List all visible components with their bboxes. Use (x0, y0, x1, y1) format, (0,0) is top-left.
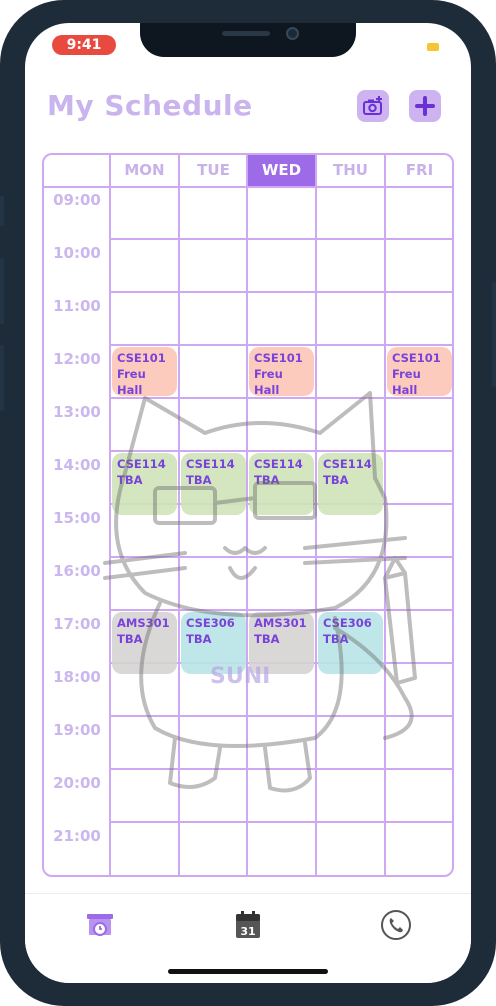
plus-icon (415, 96, 435, 116)
course-code: AMS301 (254, 616, 307, 630)
course-block[interactable]: AMS301 TBA (249, 612, 314, 675)
time-label: 13:00 (53, 403, 101, 421)
course-location: TBA (186, 473, 212, 487)
course-location: TBA (254, 473, 280, 487)
add-course-button[interactable] (409, 90, 441, 122)
course-location: Freu Hall (117, 367, 146, 397)
calendar-icon: 31 (236, 911, 260, 938)
volume-down-button (0, 345, 4, 411)
time-label: 17:00 (53, 615, 101, 633)
course-code: CSE101 (254, 351, 303, 365)
course-code: CSE114 (117, 457, 166, 471)
notch (140, 23, 356, 57)
course-code: CSE306 (186, 616, 235, 630)
course-code: CSE306 (323, 616, 372, 630)
time-label: 20:00 (53, 774, 101, 792)
course-code: CSE114 (254, 457, 303, 471)
course-location: TBA (323, 632, 349, 646)
camera-add-icon (363, 96, 382, 115)
home-indicator (168, 969, 328, 974)
day-header-tue[interactable]: TUE (180, 155, 247, 186)
course-location: Freu Hall (254, 367, 283, 397)
time-label: 12:00 (53, 350, 101, 368)
time-label: 09:00 (53, 191, 101, 209)
time-label: 21:00 (53, 827, 101, 845)
phone-frame: 9:41 My Schedule MON TUE WED THU FRI 09:… (0, 0, 496, 1006)
tab-calendar[interactable]: 31 (231, 908, 265, 942)
course-block[interactable]: CSE101 Freu Hall (387, 347, 452, 397)
course-block[interactable]: CSE306 TBA (318, 612, 383, 675)
course-location: TBA (117, 473, 143, 487)
time-label: 15:00 (53, 509, 101, 527)
phone-icon (381, 910, 411, 940)
schedule-alarm-icon (87, 914, 113, 936)
calendar-day-number: 31 (240, 925, 255, 938)
time-label: 16:00 (53, 562, 101, 580)
power-button (492, 282, 496, 387)
course-location: Freu Hall (392, 367, 421, 397)
day-header-fri[interactable]: FRI (386, 155, 452, 186)
tab-contact[interactable] (379, 908, 413, 942)
day-header-mon[interactable]: MON (111, 155, 178, 186)
course-location: TBA (117, 632, 143, 646)
course-code: AMS301 (117, 616, 170, 630)
speaker (222, 31, 270, 36)
course-block[interactable]: CSE306 TBA (181, 612, 246, 675)
course-location: TBA (323, 473, 349, 487)
course-location: TBA (186, 632, 212, 646)
course-block[interactable]: CSE114 TBA (318, 453, 383, 516)
course-code: CSE114 (323, 457, 372, 471)
time-label: 11:00 (53, 297, 101, 315)
time-label: 18:00 (53, 668, 101, 686)
course-code: CSE101 (117, 351, 166, 365)
battery-icon (427, 43, 439, 51)
status-time: 9:41 (52, 35, 116, 55)
day-header-thu[interactable]: THU (317, 155, 384, 186)
screen: 9:41 My Schedule MON TUE WED THU FRI 09:… (25, 23, 471, 983)
time-label: 19:00 (53, 721, 101, 739)
course-block[interactable]: CSE101 Freu Hall (112, 347, 177, 397)
volume-up-button (0, 258, 4, 324)
course-location: TBA (254, 632, 280, 646)
course-block[interactable]: CSE114 TBA (112, 453, 177, 516)
course-code: CSE101 (392, 351, 441, 365)
time-label: 14:00 (53, 456, 101, 474)
course-block[interactable]: CSE114 TBA (249, 453, 314, 516)
add-photo-button[interactable] (357, 90, 389, 122)
day-header-wed[interactable]: WED (248, 155, 315, 186)
course-block[interactable]: CSE101 Freu Hall (249, 347, 314, 397)
page-title: My Schedule (47, 89, 253, 122)
course-block[interactable]: CSE114 TBA (181, 453, 246, 516)
schedule-grid: MON TUE WED THU FRI 09:00 10:00 11:00 12… (42, 153, 454, 877)
course-block[interactable]: AMS301 TBA (112, 612, 177, 675)
mute-switch (0, 196, 4, 226)
tab-schedule[interactable] (83, 908, 117, 942)
front-camera (286, 27, 299, 40)
course-code: CSE114 (186, 457, 235, 471)
time-label: 10:00 (53, 244, 101, 262)
